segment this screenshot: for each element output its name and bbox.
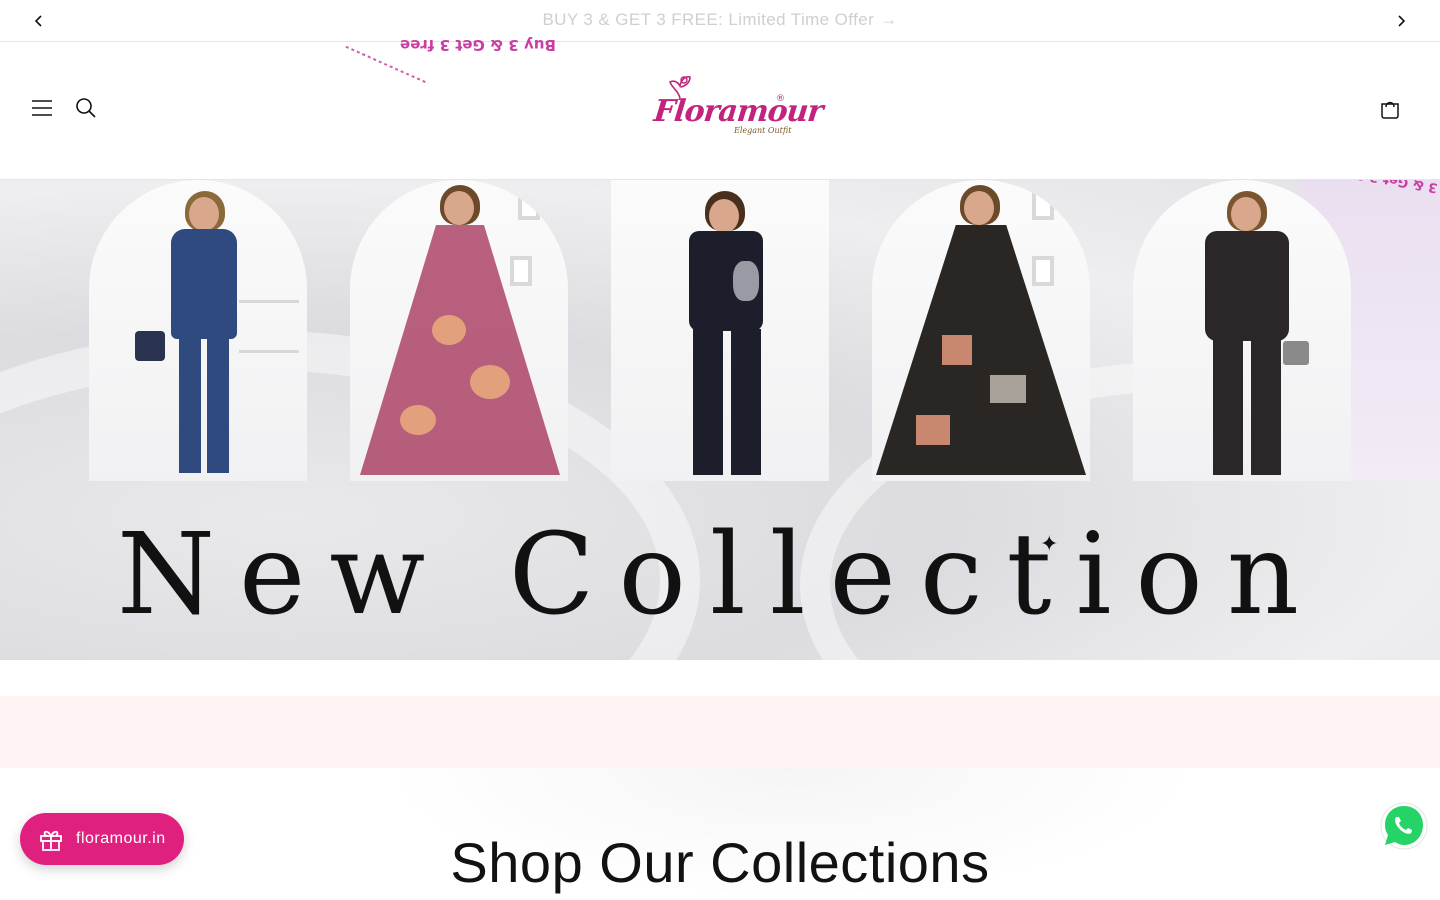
model-image [1187,191,1309,481]
model-image [135,191,259,481]
model-image [671,191,781,481]
logo-tagline: Elegant Outfit [734,126,792,135]
shopping-bag-icon [1381,101,1399,119]
site-logo[interactable]: Floramour ® Elegant Outfit [646,72,824,144]
announcement-next-button[interactable] [1389,9,1413,33]
announcement-bar: BUY 3 & GET 3 FREE: Limited Time Offer → [0,0,1440,42]
chevron-right-icon [1398,15,1406,27]
menu-button[interactable] [20,86,64,130]
outfit-panel-2 [350,180,568,481]
hamburger-menu-icon [32,100,52,116]
collections-section: Shop Our Collections [0,768,1440,900]
model-image [360,185,560,481]
logo-wordmark: Floramour [652,94,825,129]
sparkle-icon: ✦ [1040,532,1059,557]
outfit-panel-1 [89,180,307,481]
whatsapp-chat-button[interactable] [1378,800,1430,852]
promo-sticker: Buy 3 & Get 3 free [400,36,556,54]
outfit-panel-5 [1133,180,1351,481]
rewards-launcher-button[interactable]: floramour.in [20,813,184,865]
logo-registered-mark: ® [776,94,785,104]
section-title: Shop Our Collections [450,831,990,894]
gift-icon [40,830,62,851]
rewards-label: floramour.in [76,830,166,847]
outfit-panel-4 [872,180,1090,481]
search-button[interactable] [64,86,108,130]
arrow-right-icon: → [880,10,898,29]
model-image [872,185,1090,481]
search-icon [76,98,96,118]
promo-strip [0,696,1440,768]
cart-button[interactable] [1368,86,1412,130]
announcement-text: BUY 3 & GET 3 FREE: Limited Time Offer [542,10,875,29]
site-header: Buy 3 & Get 3 free Floramour ® Elegant O… [0,36,1440,180]
whatsapp-icon [1380,802,1428,850]
outfit-panel-3 [611,180,829,481]
announcement-message[interactable]: BUY 3 & GET 3 FREE: Limited Time Offer → [0,10,1440,30]
hero-banner[interactable]: Buy 3 & Get 3 free [0,180,1440,660]
hero-headline: New Collection [117,510,1323,640]
